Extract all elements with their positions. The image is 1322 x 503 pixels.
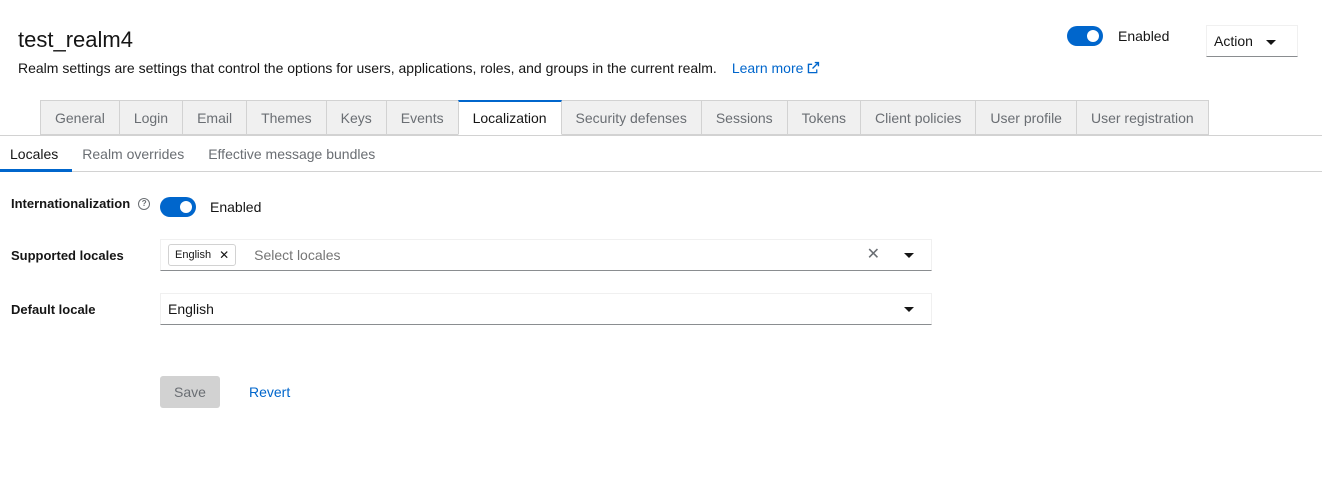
tab-label: Client policies [875, 109, 962, 126]
tab-label: Login [133, 109, 169, 126]
tab-label: Events [400, 109, 444, 126]
internationalization-label: Internationalization [11, 196, 131, 211]
tab-client-policies[interactable]: Client policies [861, 100, 977, 135]
help-icon[interactable]: ? [138, 197, 151, 210]
subtab-label: Locales [10, 146, 59, 162]
action-label: Action [1214, 33, 1253, 49]
tab-label: Themes [261, 109, 312, 126]
tab-security-defenses[interactable]: Security defenses [561, 100, 702, 135]
tab-themes[interactable]: Themes [247, 100, 327, 135]
tab-login[interactable]: Login [119, 100, 184, 135]
tab-label: Keys [340, 109, 372, 126]
learn-more-link[interactable]: Learn more [732, 60, 821, 76]
tab-label: Email [197, 109, 233, 126]
learn-more-label: Learn more [731, 60, 804, 76]
realm-enabled-toggle[interactable] [1067, 26, 1103, 46]
tab-label: Localization [472, 110, 547, 126]
tab-label: User profile [990, 109, 1062, 126]
external-link-icon [808, 61, 820, 74]
main-tabs: General Login Email Themes Keys Events L… [40, 100, 1209, 135]
tab-user-registration[interactable]: User registration [1076, 100, 1209, 135]
tab-localization[interactable]: Localization [457, 100, 562, 135]
subtab-label: Effective message bundles [208, 146, 376, 162]
caret-down-icon[interactable] [904, 253, 914, 258]
tab-events[interactable]: Events [386, 100, 459, 135]
default-locale-value: English [168, 301, 214, 317]
subtab-locales[interactable]: Locales [0, 136, 73, 172]
internationalization-status: Enabled [210, 199, 262, 215]
supported-locales-label: Supported locales [11, 248, 124, 263]
default-locale-label: Default locale [11, 302, 96, 317]
action-dropdown[interactable]: Action [1206, 25, 1298, 57]
locale-chip: English ✕ [168, 244, 237, 266]
chip-label: English [175, 249, 212, 261]
supported-locales-select[interactable]: English ✕ ✕ [160, 239, 932, 271]
supported-locales-label-row: Supported locales [11, 248, 124, 263]
caret-down-icon[interactable] [904, 307, 914, 312]
page-description: Realm settings are settings that control… [18, 60, 820, 76]
subtab-effective-message-bundles[interactable]: Effective message bundles [198, 136, 389, 172]
tab-label: Security defenses [575, 109, 687, 126]
save-button[interactable]: Save [160, 376, 220, 408]
tab-tokens[interactable]: Tokens [787, 100, 862, 135]
tab-keys[interactable]: Keys [326, 100, 387, 135]
internationalization-label-row: Internationalization ? [11, 196, 151, 211]
revert-button[interactable]: Revert [249, 384, 290, 400]
description-text: Realm settings are settings that control… [18, 60, 717, 76]
default-locale-label-row: Default locale [11, 302, 96, 317]
realm-enabled-label: Enabled [1118, 28, 1170, 44]
internationalization-toggle[interactable] [160, 197, 196, 217]
default-locale-select[interactable]: English [160, 293, 932, 325]
subtab-realm-overrides[interactable]: Realm overrides [72, 136, 198, 172]
sub-tabs: Locales Realm overrides Effective messag… [0, 136, 389, 172]
tab-sessions[interactable]: Sessions [701, 100, 788, 135]
caret-down-icon [1266, 40, 1276, 45]
realm-settings-page: test_realm4 Realm settings are settings … [0, 0, 1322, 503]
clear-icon[interactable]: ✕ [867, 247, 880, 263]
locales-search-input[interactable] [254, 247, 815, 263]
tab-label: Tokens [801, 109, 847, 126]
subtab-label: Realm overrides [82, 146, 185, 162]
tab-general[interactable]: General [40, 100, 120, 135]
tab-email[interactable]: Email [183, 100, 248, 135]
tab-user-profile[interactable]: User profile [976, 100, 1077, 135]
tab-label: Sessions [715, 109, 773, 126]
tab-label: User registration [1090, 109, 1194, 126]
close-icon[interactable]: ✕ [219, 249, 229, 261]
page-title: test_realm4 [18, 27, 133, 52]
tab-label: General [55, 109, 105, 126]
